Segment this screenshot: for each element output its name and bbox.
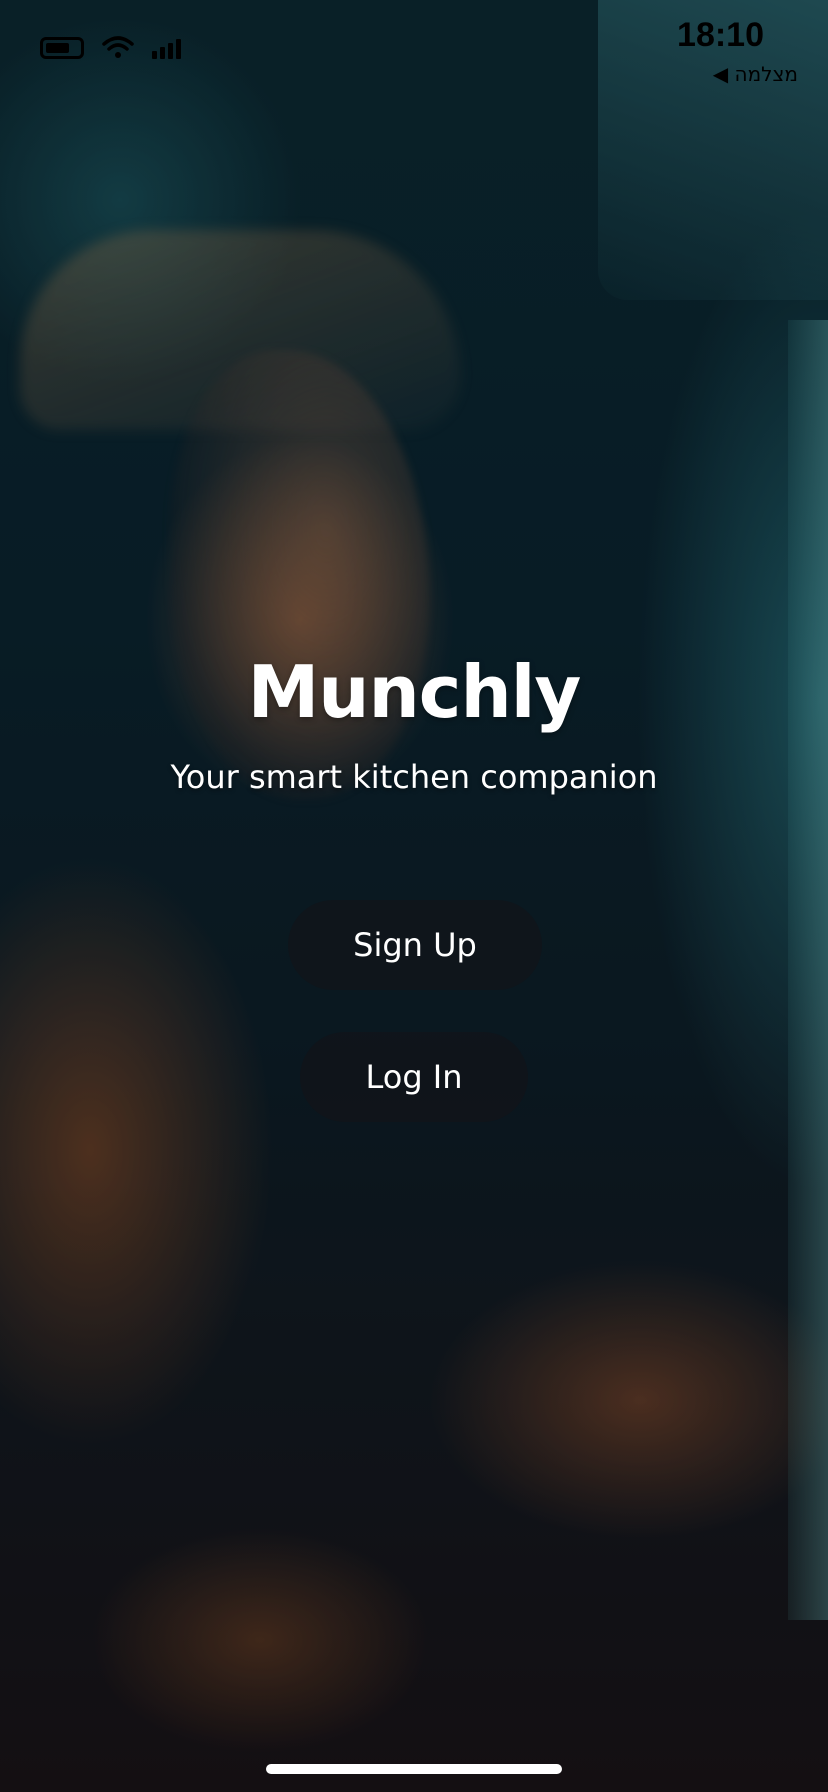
home-indicator[interactable] [266,1764,562,1774]
sign-up-button[interactable]: Sign Up [288,900,542,990]
battery-icon [40,37,84,59]
back-to-camera-link[interactable]: מצלמה ◀ [713,62,798,86]
status-bar: 18:10 מצלמה ◀ [0,0,828,90]
status-icons [40,36,181,60]
welcome-screen: 18:10 מצלמה ◀ Munchly Your smart kitchen… [0,0,828,1792]
background-dim-overlay [0,0,828,1792]
app-title: Munchly [247,650,582,734]
wifi-icon [102,36,134,58]
signal-icon [152,37,181,59]
app-tagline: Your smart kitchen companion [170,758,658,796]
log-in-button[interactable]: Log In [300,1032,528,1122]
status-time: 18:10 [677,16,764,54]
